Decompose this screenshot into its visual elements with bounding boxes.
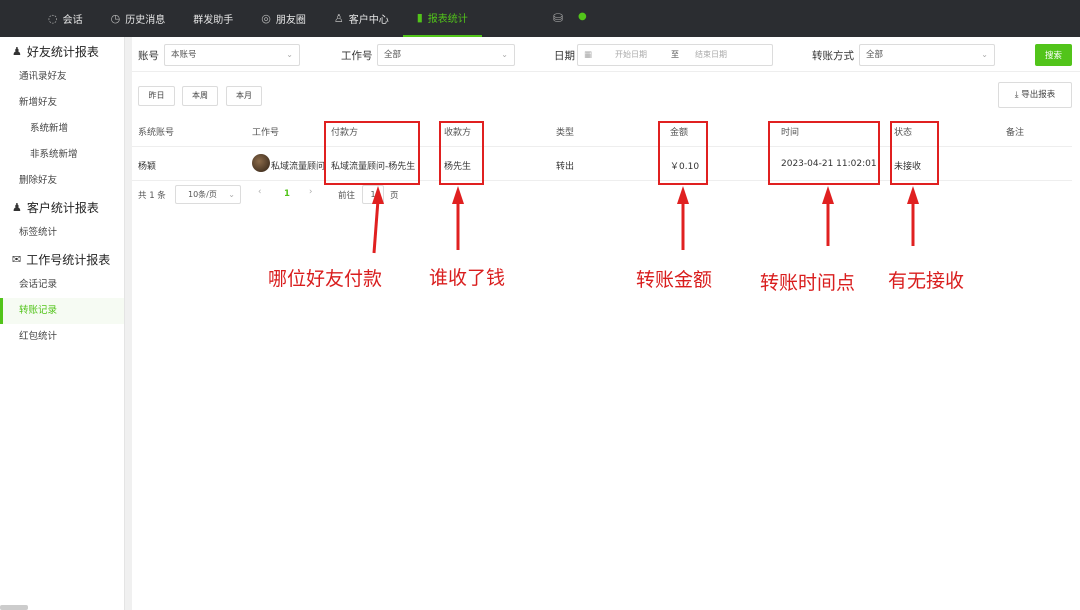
annotation-label-status: 有无接收 [888,270,965,292]
annotation-label-amount: 转账金额 [636,269,713,291]
arrow-up-icon [907,186,919,246]
annotation-arrows [372,186,919,254]
annotation-label-time: 转账时间点 [760,272,856,294]
arrow-up-icon [822,186,834,246]
annotation-label-payee: 谁收了钱 [429,267,506,289]
arrow-up-icon [677,186,689,250]
annotation-label-payer: 哪位好友付款 [268,268,383,290]
arrow-up-icon [372,186,384,254]
arrow-up-icon [452,186,464,250]
